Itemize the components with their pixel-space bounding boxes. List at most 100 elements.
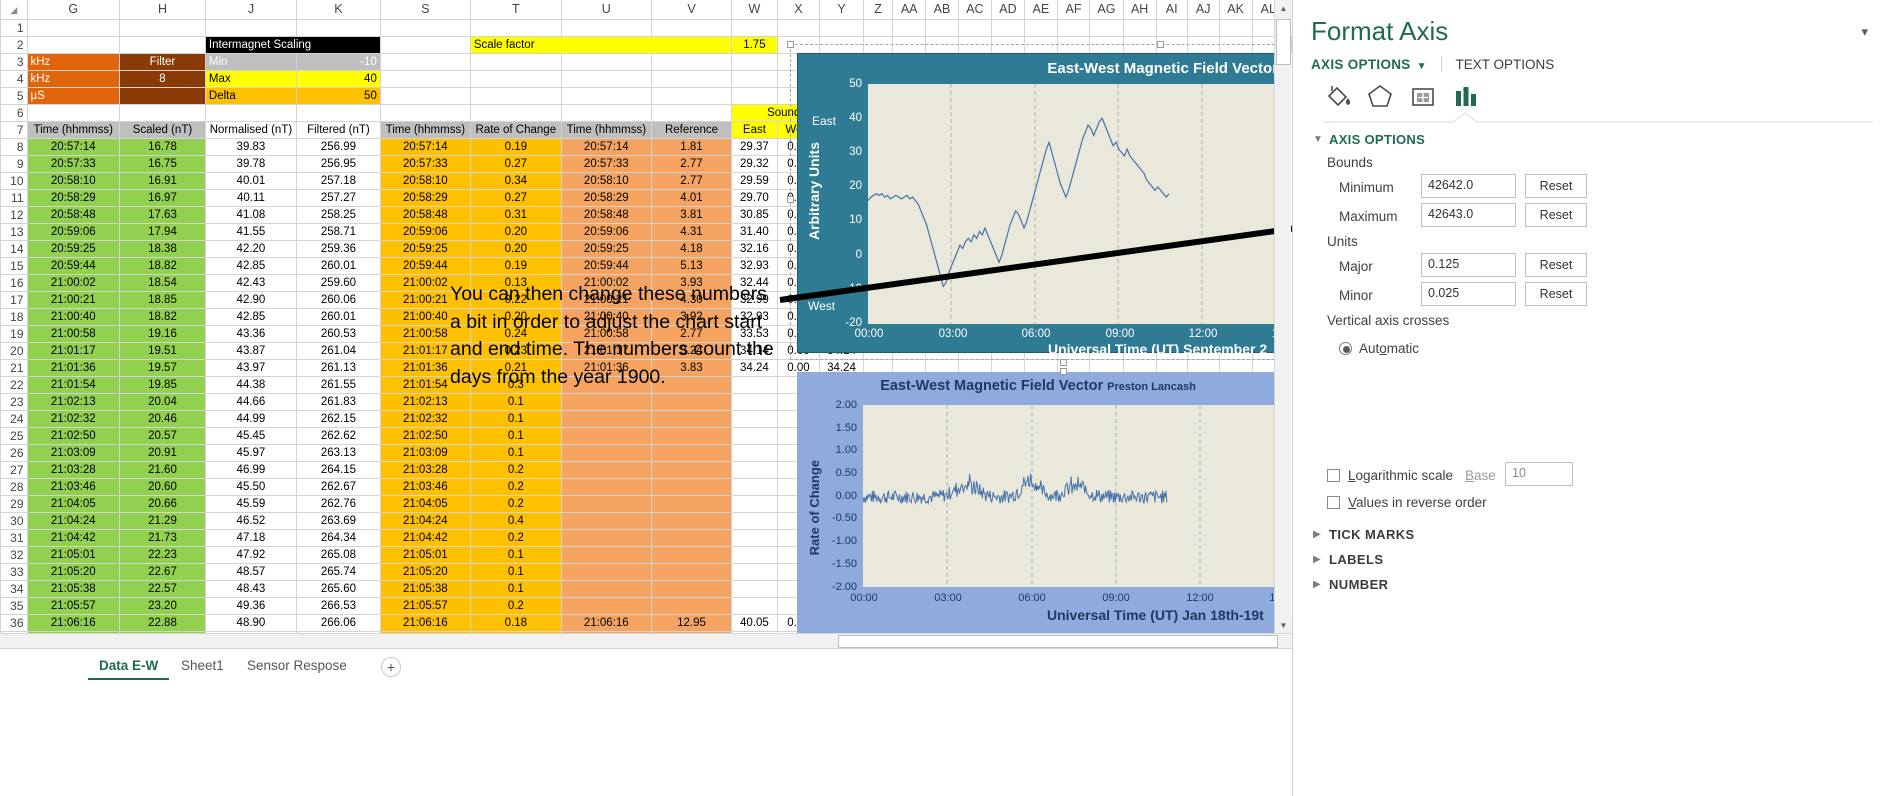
cell[interactable] <box>1089 18 1124 37</box>
cell[interactable] <box>26 35 121 54</box>
cell-reference[interactable]: 2.77 <box>650 171 733 190</box>
cell-time2[interactable]: 21:05:57 <box>379 596 471 615</box>
radio-automatic[interactable]: Automatic <box>1339 341 1419 356</box>
cell[interactable] <box>731 18 778 37</box>
cell-east[interactable] <box>731 392 778 411</box>
cell-east[interactable] <box>731 494 778 513</box>
column-header-S[interactable]: S <box>379 0 471 20</box>
cell-normalised[interactable]: 47.18 <box>204 528 297 547</box>
cell-reference[interactable]: 4.01 <box>650 188 733 207</box>
cell-scaled[interactable]: 20.46 <box>119 409 206 428</box>
cell-time2[interactable]: 20:58:29 <box>379 188 471 207</box>
cell-east[interactable]: 30.85 <box>731 205 778 224</box>
cell[interactable] <box>469 86 562 105</box>
cell-scaled[interactable]: 19.85 <box>119 375 206 394</box>
cell-filtered[interactable]: 261.13 <box>295 358 381 377</box>
cell-rate-of-change[interactable]: 0.2 <box>469 477 562 496</box>
cell-scaled[interactable]: 18.38 <box>119 239 206 258</box>
cell-filtered[interactable]: 256.99 <box>295 137 381 156</box>
cell-time2[interactable]: 20:59:25 <box>379 239 471 258</box>
cell-filtered[interactable]: 260.01 <box>295 307 381 326</box>
cell-normalised[interactable]: 44.38 <box>204 375 297 394</box>
cell[interactable] <box>819 18 864 37</box>
cell[interactable] <box>379 103 471 122</box>
cell-scaled[interactable]: 22.57 <box>119 579 206 598</box>
cell-rate-of-change[interactable]: 0.2 <box>469 460 562 479</box>
cell-filtered[interactable]: 261.04 <box>295 341 381 360</box>
cell-scaled[interactable]: 20.04 <box>119 392 206 411</box>
cell-reference[interactable] <box>650 511 733 530</box>
cell-rate-of-change[interactable]: 0.1 <box>469 426 562 445</box>
cell-time2[interactable]: 21:03:28 <box>379 460 471 479</box>
column-header-AG[interactable]: AG <box>1089 0 1124 20</box>
cell-reference[interactable]: 5.13 <box>650 256 733 275</box>
cell[interactable] <box>469 69 562 88</box>
row-header-6[interactable]: 6 <box>0 103 28 122</box>
cell-scaled[interactable]: 18.82 <box>119 307 206 326</box>
pentagon-effects-icon[interactable] <box>1365 82 1399 112</box>
chart1-handle-ml[interactable] <box>787 196 794 203</box>
cell[interactable] <box>469 18 562 37</box>
chart1-handle-tl[interactable] <box>787 41 794 48</box>
cell-reference[interactable]: 12.95 <box>650 613 733 632</box>
cell-time3[interactable]: 20:58:10 <box>560 171 652 190</box>
cell-scaled[interactable]: 16.97 <box>119 188 206 207</box>
checkbox-icon[interactable] <box>1327 496 1340 509</box>
cell[interactable] <box>776 18 821 37</box>
cell[interactable] <box>957 18 992 37</box>
column-header-AH[interactable]: AH <box>1122 0 1157 20</box>
header-scaled[interactable]: Scaled (nT) <box>119 120 206 139</box>
row-header-13[interactable]: 13 <box>0 222 28 241</box>
cell-time3[interactable] <box>560 511 652 530</box>
section-number[interactable]: NUMBER <box>1329 577 1388 592</box>
cell-reference[interactable]: 4.18 <box>650 239 733 258</box>
cell[interactable] <box>560 86 652 105</box>
cell-time2[interactable]: 21:05:38 <box>379 579 471 598</box>
cell-scaled[interactable]: 20.57 <box>119 426 206 445</box>
cell-reference[interactable] <box>650 528 733 547</box>
cell[interactable] <box>1122 18 1157 37</box>
cell-rate-of-change[interactable]: 0.1 <box>469 443 562 462</box>
cell-filtered[interactable]: 265.60 <box>295 579 381 598</box>
cell-time2[interactable]: 21:04:24 <box>379 511 471 530</box>
cell-time3[interactable] <box>560 426 652 445</box>
cell-intermagnet-scaling[interactable]: Intermagnet Scaling <box>204 35 381 54</box>
header-filtered[interactable]: Filtered (nT) <box>295 120 381 139</box>
cell-rate-of-change[interactable]: 0.2 <box>469 494 562 513</box>
cell-normalised[interactable]: 43.97 <box>204 358 297 377</box>
cell-normalised[interactable]: 39.78 <box>204 154 297 173</box>
cell-east[interactable] <box>731 409 778 428</box>
cell-scaled[interactable]: 22.67 <box>119 562 206 581</box>
cell-filtered[interactable]: 261.83 <box>295 392 381 411</box>
column-header-V[interactable]: V <box>650 0 733 20</box>
cell-scaled[interactable]: 17.94 <box>119 222 206 241</box>
cell[interactable] <box>1218 18 1253 37</box>
cell-reference[interactable] <box>650 392 733 411</box>
cell-east[interactable]: 31.40 <box>731 222 778 241</box>
cell[interactable] <box>731 52 778 71</box>
minimum-reset-button[interactable]: Reset <box>1525 174 1587 198</box>
cell-time2[interactable]: 21:02:13 <box>379 392 471 411</box>
cell-east[interactable]: 32.16 <box>731 239 778 258</box>
row-header-20[interactable]: 20 <box>0 341 28 360</box>
cell-scaled[interactable]: 20.60 <box>119 477 206 496</box>
cell[interactable] <box>892 18 927 37</box>
chevron-down-icon[interactable]: ▾ <box>1861 24 1868 40</box>
cell-filtered[interactable]: 261.55 <box>295 375 381 394</box>
cell-scaled[interactable]: 19.51 <box>119 341 206 360</box>
row-header-15[interactable]: 15 <box>0 256 28 275</box>
cell[interactable] <box>119 35 206 54</box>
row-header-28[interactable]: 28 <box>0 477 28 496</box>
cell-reference[interactable] <box>650 562 733 581</box>
cell-filtered[interactable]: 265.74 <box>295 562 381 581</box>
cell-time2[interactable]: 20:57:33 <box>379 154 471 173</box>
cell-time3[interactable] <box>560 596 652 615</box>
checkbox-logarithmic-scale[interactable]: Logarithmic scale <box>1327 468 1453 483</box>
cell[interactable] <box>295 103 381 122</box>
cell-scaled[interactable]: 21.60 <box>119 460 206 479</box>
cell-rate-of-change[interactable]: 0.27 <box>469 154 562 173</box>
cell[interactable] <box>650 103 733 122</box>
row-header-7[interactable]: 7 <box>0 120 28 139</box>
cell-filtered[interactable]: 260.06 <box>295 290 381 309</box>
cell-reference[interactable] <box>650 579 733 598</box>
